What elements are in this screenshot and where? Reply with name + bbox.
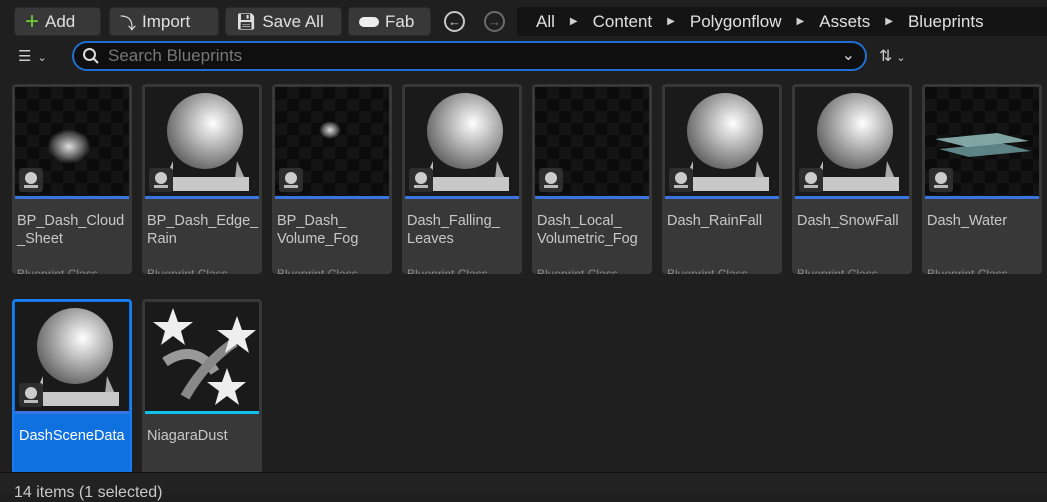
- fab-label: Fab: [385, 11, 415, 31]
- fab-icon: [359, 16, 379, 27]
- asset-name: Dash_Water: [927, 213, 1008, 229]
- asset-tile[interactable]: Dash_Local_ Volumetric_Fog Blueprint Cla…: [532, 84, 652, 274]
- asset-type: Blueprint Class: [537, 267, 618, 274]
- asset-thumbnail: [15, 87, 129, 199]
- blueprint-class-icon: [279, 168, 303, 192]
- asset-type: Blueprint Class: [277, 267, 358, 274]
- asset-name: Dash_Falling_ Leaves: [407, 213, 500, 247]
- asset-name: BP_Dash_ Volume_Fog: [277, 213, 359, 247]
- import-button[interactable]: ⤵ Import: [109, 7, 219, 36]
- blueprint-class-icon: [539, 168, 563, 192]
- chevron-down-icon: ⌄: [896, 52, 906, 64]
- blueprint-class-icon: [799, 168, 823, 192]
- asset-thumbnail: [535, 87, 649, 199]
- asset-name: Dash_Local_ Volumetric_Fog: [537, 213, 638, 247]
- asset-tile[interactable]: BP_Dash_Edge_ Rain Blueprint Class: [142, 84, 262, 274]
- add-label: Add: [45, 11, 76, 31]
- blueprint-class-icon: [409, 168, 433, 192]
- save-icon: 💾︎: [236, 13, 257, 31]
- asset-name: Dash_RainFall: [667, 213, 763, 229]
- asset-thumbnail: [925, 87, 1039, 199]
- asset-name: Dash_SnowFall: [797, 213, 899, 229]
- asset-thumbnail: [795, 87, 909, 199]
- asset-tile[interactable]: Dash_Water Blueprint Class: [922, 84, 1042, 274]
- breadcrumb-item[interactable]: All: [536, 12, 555, 32]
- breadcrumb-separator-icon: ▶: [569, 16, 578, 27]
- asset-thumbnail: [275, 87, 389, 199]
- blueprint-class-icon: [929, 168, 953, 192]
- search-icon: [83, 48, 99, 64]
- breadcrumb-item[interactable]: Assets: [819, 12, 870, 32]
- asset-type: Blueprint Class: [927, 267, 1008, 274]
- blueprint-class-icon: [669, 168, 693, 192]
- asset-name: BP_Dash_Cloud _Sheet: [17, 213, 125, 247]
- asset-type: Blueprint Class: [147, 267, 228, 274]
- asset-thumbnail: [15, 302, 129, 414]
- forward-button[interactable]: →: [484, 11, 505, 32]
- breadcrumb-item[interactable]: Content: [593, 12, 653, 32]
- add-button[interactable]: + Add: [14, 7, 101, 36]
- asset-type: Blueprint Class: [667, 267, 748, 274]
- breadcrumb-separator-icon: ▶: [667, 16, 675, 27]
- import-icon: ⤵: [120, 15, 137, 33]
- asset-tile[interactable]: BP_Dash_ Volume_Fog Blueprint Class: [272, 84, 392, 274]
- asset-name: BP_Dash_Edge_ Rain: [147, 213, 259, 247]
- status-text: 14 items (1 selected): [14, 484, 163, 501]
- asset-thumbnail: [145, 87, 259, 199]
- asset-type: Blueprint Class: [797, 267, 878, 274]
- asset-tile[interactable]: Dash_SnowFall Blueprint Class: [792, 84, 912, 274]
- asset-thumbnail: [145, 302, 259, 414]
- asset-tile[interactable]: DashSceneData: [12, 299, 132, 474]
- asset-tile[interactable]: NiagaraDust: [142, 299, 262, 474]
- breadcrumb-separator-icon: ▶: [885, 16, 893, 27]
- asset-type: Blueprint Class: [407, 267, 488, 274]
- plus-icon: +: [25, 7, 40, 35]
- breadcrumb-item[interactable]: Blueprints: [908, 12, 984, 32]
- save-all-label: Save All: [262, 11, 324, 31]
- asset-tile[interactable]: Dash_RainFall Blueprint Class: [662, 84, 782, 274]
- asset-tile[interactable]: Dash_Falling_ Leaves Blueprint Class: [402, 84, 522, 274]
- asset-thumbnail: [405, 87, 519, 199]
- chevron-down-icon: ⌄: [37, 52, 47, 64]
- blueprint-class-icon: [149, 168, 173, 192]
- blueprint-class-icon: [19, 383, 43, 407]
- back-button[interactable]: ←: [444, 11, 465, 32]
- breadcrumb-separator-icon: ▶: [796, 16, 805, 27]
- asset-type: Blueprint Class: [17, 267, 98, 274]
- asset-thumbnail: [665, 87, 779, 199]
- asset-tile[interactable]: BP_Dash_Cloud _Sheet Blueprint Class: [12, 84, 132, 274]
- sort-icon: ⇅: [879, 48, 893, 65]
- import-label: Import: [142, 11, 191, 31]
- asset-name: DashSceneData: [19, 428, 125, 444]
- sort-button[interactable]: ⇅ ⌄: [879, 46, 906, 66]
- fab-button[interactable]: Fab: [348, 7, 431, 36]
- filter-button[interactable]: ☰ ⌄: [18, 47, 58, 67]
- save-all-button[interactable]: 💾︎ Save All: [225, 7, 342, 36]
- search-field[interactable]: ⌄: [72, 41, 867, 71]
- search-dropdown-icon[interactable]: ⌄: [842, 45, 855, 65]
- blueprint-class-icon: [19, 168, 43, 192]
- breadcrumb: All ▶ Content ▶ Polygonflow ▶ Assets ▶ Blueprint…: [517, 7, 1047, 36]
- breadcrumb-item[interactable]: Polygonflow: [690, 12, 782, 32]
- asset-name: NiagaraDust: [147, 428, 228, 444]
- filter-icon: ☰: [18, 48, 32, 65]
- search-input[interactable]: [108, 46, 828, 66]
